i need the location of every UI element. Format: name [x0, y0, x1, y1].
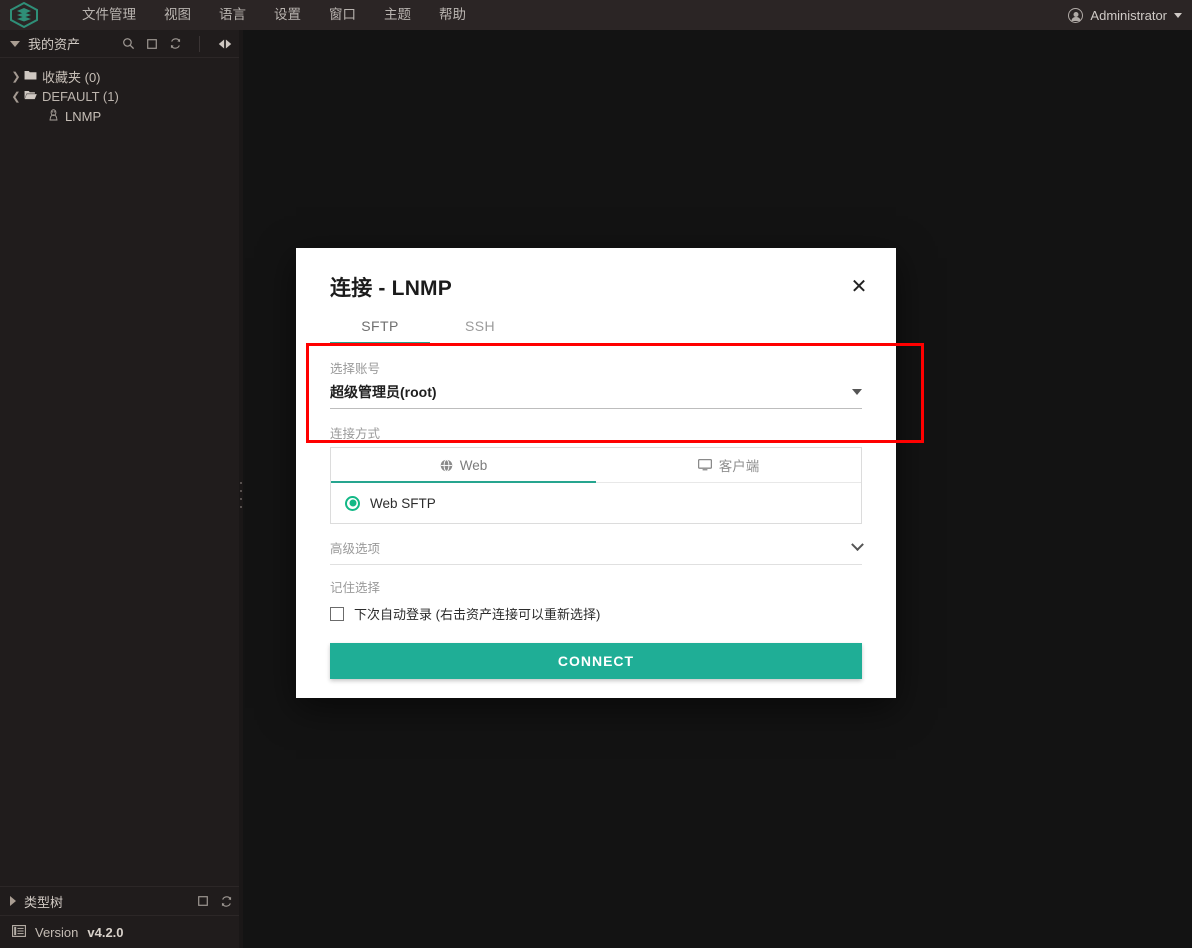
folder-closed-icon: [24, 69, 37, 83]
method-tabs: Web 客户端: [331, 448, 861, 483]
radio-selected-icon[interactable]: [345, 495, 360, 511]
advanced-options-label: 高级选项: [330, 542, 381, 556]
account-label: 选择账号: [330, 362, 381, 376]
handle-dot: [240, 498, 242, 500]
sidebar: 我的资产 ❯ 收藏夹 (0) ❮ DEFAULT (1) LNMP 类型树 Ve…: [0, 30, 239, 948]
method-tab-label: Web: [459, 457, 488, 473]
tab-ssh[interactable]: SSH: [430, 318, 530, 343]
triangle-down-icon[interactable]: [10, 40, 20, 47]
method-label: 连接方式: [330, 427, 381, 441]
remember-label: 记住选择: [330, 581, 381, 595]
dialog-body: 选择账号 超级管理员(root) 连接方式 Web 客户端 Web SFTP 高…: [296, 358, 896, 679]
menu-items: 文件管理 视图 语言 设置 窗口 主题 帮助: [68, 0, 480, 30]
menu-item-file-manage[interactable]: 文件管理: [68, 0, 150, 30]
account-select[interactable]: 超级管理员(root): [330, 382, 862, 409]
refresh-icon[interactable]: [169, 37, 182, 50]
sidebar-toolbar: [122, 35, 239, 52]
menu-bar: 文件管理 视图 语言 设置 窗口 主题 帮助 Administrator: [0, 0, 1192, 30]
tree-node-label: DEFAULT (1): [42, 88, 119, 104]
type-tree-section[interactable]: 类型树: [0, 886, 239, 916]
chevron-down-icon[interactable]: ❮: [8, 90, 24, 103]
account-field: 选择账号 超级管理员(root): [330, 358, 862, 409]
handle-dot: [240, 482, 242, 484]
maximize-icon[interactable]: [197, 895, 209, 907]
split-pane-icon[interactable]: [217, 38, 233, 50]
folder-open-icon: [24, 89, 37, 103]
sidebar-header: 我的资产: [0, 30, 239, 58]
auto-login-checkbox[interactable]: [330, 606, 344, 621]
auto-login-row[interactable]: 下次自动登录 (右击资产连接可以重新选择): [330, 604, 862, 623]
menu-item-settings[interactable]: 设置: [260, 0, 315, 30]
chevron-down-icon: [851, 538, 864, 552]
dialog-tabs: SFTP SSH: [330, 318, 862, 344]
globe-icon: [440, 458, 453, 472]
version-label: Version: [35, 924, 79, 940]
menu-item-window[interactable]: 窗口: [315, 0, 370, 30]
connect-dialog: 连接 - LNMP ✕ SFTP SSH 选择账号 超级管理员(root) 连接…: [296, 248, 896, 698]
method-box: Web 客户端 Web SFTP: [330, 447, 862, 524]
sidebar-title: 我的资产: [28, 37, 81, 52]
tree-node-lnmp[interactable]: LNMP: [0, 106, 239, 126]
version-status: Version v4.2.0: [0, 916, 239, 948]
menu-item-help[interactable]: 帮助: [425, 0, 480, 30]
connect-button[interactable]: CONNECT: [330, 643, 862, 679]
menu-item-theme[interactable]: 主题: [370, 0, 425, 30]
type-tree-toolbar: [197, 895, 239, 908]
type-tree-label: 类型树: [24, 894, 64, 910]
dialog-header: 连接 - LNMP ✕: [296, 248, 896, 302]
user-avatar-icon: [1068, 7, 1084, 23]
menu-item-language[interactable]: 语言: [205, 0, 260, 30]
triangle-right-icon[interactable]: [10, 896, 16, 906]
account-value: 超级管理员(root): [330, 384, 437, 400]
monitor-icon: [697, 459, 712, 471]
method-tab-web[interactable]: Web: [331, 448, 596, 482]
toolbar-divider: [199, 35, 200, 52]
maximize-icon[interactable]: [146, 38, 158, 50]
version-value: v4.2.0: [87, 924, 124, 940]
menu-item-view[interactable]: 视图: [150, 0, 205, 30]
search-icon[interactable]: [122, 37, 135, 50]
method-tab-client[interactable]: 客户端: [596, 448, 861, 482]
tree-node-favorites[interactable]: ❯ 收藏夹 (0): [0, 66, 239, 86]
handle-dot: [240, 490, 242, 492]
tree-node-label: LNMP: [65, 108, 102, 124]
sidebar-bottom: 类型树 Version v4.2.0: [0, 886, 239, 948]
user-menu[interactable]: Administrator: [1068, 0, 1182, 30]
user-name: Administrator: [1090, 7, 1167, 23]
close-icon[interactable]: ✕: [846, 274, 872, 300]
chevron-right-icon[interactable]: ❯: [8, 70, 24, 83]
refresh-icon[interactable]: [220, 895, 233, 908]
asset-tree: ❯ 收藏夹 (0) ❮ DEFAULT (1) LNMP: [0, 58, 239, 126]
app-logo[interactable]: [0, 0, 48, 30]
version-list-icon: [12, 924, 26, 940]
tree-node-default[interactable]: ❮ DEFAULT (1): [0, 86, 239, 106]
advanced-options-row[interactable]: 高级选项: [330, 524, 864, 565]
method-field: 连接方式 Web 客户端 Web SFTP: [330, 423, 862, 524]
tree-node-label: 收藏夹 (0): [42, 69, 101, 85]
chevron-down-icon: [1174, 12, 1182, 18]
method-tab-label: 客户端: [718, 459, 760, 474]
handle-dot: [240, 506, 242, 508]
web-sftp-radio-row[interactable]: Web SFTP: [331, 483, 861, 523]
auto-login-label: 下次自动登录 (右击资产连接可以重新选择): [354, 607, 601, 622]
dialog-title: 连接 - LNMP: [330, 277, 452, 300]
radio-label: Web SFTP: [370, 495, 436, 511]
dropdown-caret-icon: [852, 389, 862, 395]
linux-penguin-icon: [48, 108, 59, 124]
tab-sftp[interactable]: SFTP: [330, 318, 430, 343]
